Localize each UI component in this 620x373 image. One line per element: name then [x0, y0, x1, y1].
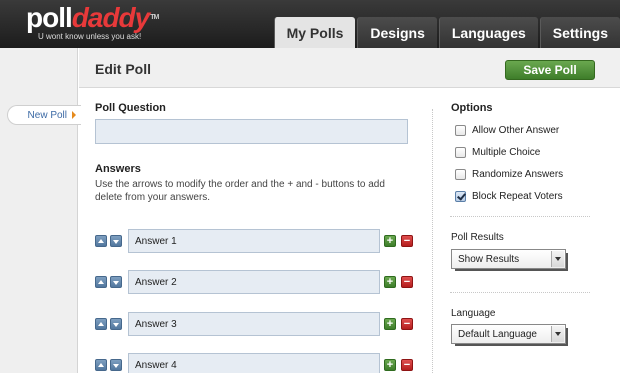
checkbox[interactable]	[455, 146, 466, 158]
move-down-icon[interactable]	[110, 235, 122, 247]
save-poll-button[interactable]: Save Poll	[505, 60, 595, 80]
checkbox-checked[interactable]	[455, 190, 466, 202]
move-up-icon[interactable]	[95, 276, 107, 288]
checkbox[interactable]	[455, 124, 466, 136]
poll-results-label: Poll Results	[451, 232, 504, 243]
options-label: Options	[451, 102, 493, 114]
new-poll-link[interactable]: New Poll	[7, 105, 81, 125]
answer-row: Answer 4 + −	[95, 353, 417, 373]
remove-answer-button[interactable]: −	[401, 276, 413, 288]
move-up-icon[interactable]	[95, 235, 107, 247]
left-sidebar	[0, 48, 78, 373]
option-label: Multiple Choice	[472, 146, 541, 158]
title-bar: Edit Poll Save Poll	[79, 48, 620, 88]
answers-help-text: Use the arrows to modify the order and t…	[95, 179, 385, 203]
option-label: Randomize Answers	[472, 168, 564, 180]
logo-trademark: TM	[150, 14, 159, 21]
language-select[interactable]: Default Language	[451, 324, 568, 346]
new-poll-label: New Poll	[27, 109, 67, 121]
move-down-icon[interactable]	[110, 276, 122, 288]
column-divider	[432, 109, 433, 373]
move-down-icon[interactable]	[110, 318, 122, 330]
add-answer-button[interactable]: +	[384, 318, 396, 330]
option-label: Allow Other Answer	[472, 124, 560, 136]
add-answer-button[interactable]: +	[384, 235, 396, 247]
poll-question-label: Poll Question	[95, 102, 166, 114]
tab-my-polls[interactable]: My Polls	[273, 17, 356, 48]
logo-text-poll: poll	[26, 2, 73, 33]
tab-languages[interactable]: Languages	[438, 17, 538, 48]
poll-question-input[interactable]	[95, 119, 408, 144]
tab-designs[interactable]: Designs	[357, 17, 437, 48]
move-down-icon[interactable]	[110, 359, 122, 371]
app-header: polldaddyTM U wont know unless you ask! …	[0, 0, 620, 48]
options-divider	[450, 216, 590, 217]
answer-input[interactable]: Answer 3	[128, 312, 380, 336]
move-up-icon[interactable]	[95, 318, 107, 330]
chevron-down-icon	[551, 251, 564, 267]
move-up-icon[interactable]	[95, 359, 107, 371]
add-answer-button[interactable]: +	[384, 359, 396, 371]
main-nav-tabs: My Polls Designs Languages Settings	[272, 17, 620, 48]
poll-results-value: Show Results	[458, 253, 520, 265]
answer-row: Answer 3 + −	[95, 312, 417, 336]
page-title: Edit Poll	[95, 61, 151, 77]
option-multiple-choice[interactable]: Multiple Choice	[455, 145, 540, 159]
option-allow-other-answer[interactable]: Allow Other Answer	[455, 123, 559, 137]
remove-answer-button[interactable]: −	[401, 235, 413, 247]
logo-tagline: U wont know unless you ask!	[38, 32, 142, 41]
option-label: Block Repeat Voters	[472, 190, 563, 202]
options-divider	[450, 292, 590, 293]
answer-row: Answer 2 + −	[95, 270, 417, 294]
remove-answer-button[interactable]: −	[401, 318, 413, 330]
polldaddy-logo[interactable]: polldaddyTM	[26, 2, 159, 33]
language-label: Language	[451, 308, 496, 319]
option-randomize-answers[interactable]: Randomize Answers	[455, 167, 563, 181]
option-block-repeat-voters[interactable]: Block Repeat Voters	[455, 189, 563, 203]
answers-label: Answers	[95, 163, 141, 175]
chevron-down-icon	[551, 326, 564, 342]
edit-poll-form: Poll Question Answers Use the arrows to …	[79, 89, 620, 373]
tab-settings[interactable]: Settings	[539, 17, 620, 48]
add-answer-button[interactable]: +	[384, 276, 396, 288]
arrow-right-icon	[72, 111, 76, 119]
remove-answer-button[interactable]: −	[401, 359, 413, 371]
language-value: Default Language	[458, 328, 537, 340]
answer-input[interactable]: Answer 4	[128, 353, 380, 373]
answer-input[interactable]: Answer 2	[128, 270, 380, 294]
poll-results-select[interactable]: Show Results	[451, 249, 568, 271]
logo-text-daddy: daddy	[71, 2, 150, 33]
answer-input[interactable]: Answer 1	[128, 229, 380, 253]
answer-row: Answer 1 + −	[95, 229, 417, 253]
checkbox[interactable]	[455, 168, 466, 180]
